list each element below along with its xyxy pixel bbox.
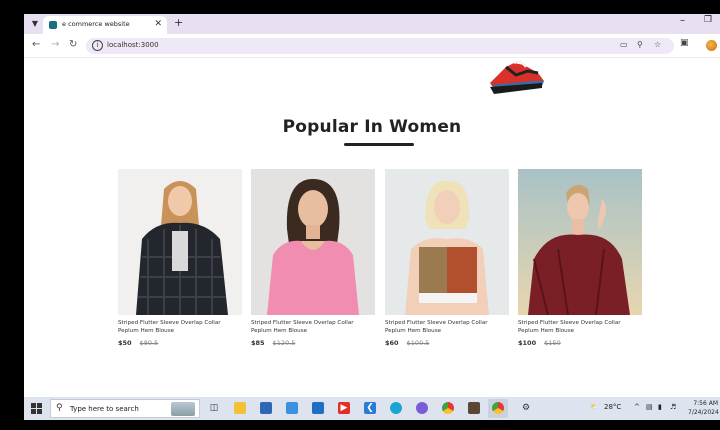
clock-date: 7/24/2024 <box>688 409 719 416</box>
product-name[interactable]: Striped Flutter Sleeve Overlap Collar Pe… <box>518 319 634 335</box>
youtube-icon[interactable]: ▶ <box>338 402 350 414</box>
price-old: $120.5 <box>272 339 296 347</box>
title-underline <box>344 143 414 146</box>
window-restore-icon[interactable]: ❐ <box>704 15 712 25</box>
window-minimize-icon[interactable]: – <box>680 15 685 26</box>
tab-favicon-icon <box>49 21 57 29</box>
windows-start-icon[interactable] <box>31 403 42 414</box>
cast-icon[interactable]: ▭ <box>620 40 628 49</box>
product-price: $100 $150 <box>518 339 642 347</box>
price-old: $100.5 <box>406 339 430 347</box>
product-name[interactable]: Striped Flutter Sleeve Overlap Collar Pe… <box>385 319 501 335</box>
product-image[interactable] <box>118 169 242 315</box>
new-tab-plus-icon[interactable]: + <box>174 16 183 29</box>
volume-icon[interactable]: ♬ <box>670 403 676 411</box>
task-view-icon[interactable]: ◫ <box>208 402 220 414</box>
browser-tab[interactable]: e commerce website ✕ <box>43 16 167 34</box>
profile-avatar[interactable] <box>706 40 717 51</box>
price-new: $60 <box>385 339 399 347</box>
product-price: $50 $80.5 <box>118 339 242 347</box>
temperature[interactable]: 28°C <box>604 403 621 411</box>
product-name[interactable]: Striped Flutter Sleeve Overlap Collar Pe… <box>118 319 234 335</box>
tab-strip: ▼ e commerce website ✕ + – ❐ <box>24 14 720 34</box>
zoom-icon[interactable]: ⚲ <box>637 40 643 49</box>
taskbar-clock[interactable]: 7:56 AM 7/24/2024 <box>688 399 719 417</box>
page-content: Popular In Women Striped Flutter Sleeve … <box>24 59 720 397</box>
tray-chevron-up-icon[interactable]: ^ <box>634 403 640 411</box>
product-card[interactable]: Striped Flutter Sleeve Overlap Collar Pe… <box>118 169 242 347</box>
chrome-active-icon[interactable] <box>492 402 504 414</box>
product-price: $60 $100.5 <box>385 339 509 347</box>
search-icon: ⚲ <box>56 403 63 413</box>
taskbar-search-input[interactable]: ⚲ Type here to search <box>50 399 200 418</box>
product-card[interactable]: Striped Flutter Sleeve Overlap Collar Pe… <box>518 169 642 347</box>
browser-toolbar: ← → ↻ i localhost:3000 ▭ ⚲ ☆ ▣ <box>24 34 720 58</box>
store-icon[interactable] <box>260 402 272 414</box>
price-old: $80.5 <box>139 339 159 347</box>
site-info-icon[interactable]: i <box>92 40 103 51</box>
forward-arrow-icon[interactable]: → <box>51 39 59 50</box>
price-new: $50 <box>118 339 132 347</box>
network-icon[interactable]: ▤ <box>646 403 653 411</box>
photos-icon[interactable] <box>468 402 480 414</box>
search-placeholder: Type here to search <box>70 405 139 413</box>
section-title: Popular In Women <box>282 117 462 137</box>
product-card[interactable]: Striped Flutter Sleeve Overlap Collar Pe… <box>385 169 509 347</box>
battery-icon[interactable]: ▮ <box>658 403 662 411</box>
product-image[interactable] <box>518 169 642 315</box>
hero-sneaker-image <box>490 59 544 94</box>
price-new: $85 <box>251 339 265 347</box>
tab-search-chevron-down-icon[interactable]: ▼ <box>28 18 42 30</box>
address-bar[interactable]: i localhost:3000 ▭ ⚲ ☆ <box>86 38 674 54</box>
product-name[interactable]: Striped Flutter Sleeve Overlap Collar Pe… <box>251 319 367 335</box>
price-old: $150 <box>544 339 561 347</box>
browser-app-icon[interactable] <box>416 402 428 414</box>
product-card[interactable]: Striped Flutter Sleeve Overlap Collar Pe… <box>251 169 375 347</box>
vscode-icon[interactable]: ❮ <box>364 402 376 414</box>
settings-gear-icon[interactable]: ⚙ <box>520 402 532 414</box>
weather-icon[interactable]: ⛅ <box>590 403 599 411</box>
calculator-icon[interactable] <box>286 402 298 414</box>
taskbar: ⚲ Type here to search ◫ ▶ ❮ ⚙ ⛅ 28°C ^ ▤… <box>24 397 720 420</box>
tab-close-icon[interactable]: ✕ <box>154 19 162 29</box>
back-arrow-icon[interactable]: ← <box>32 39 40 50</box>
reload-icon[interactable]: ↻ <box>69 39 77 50</box>
tab-title: e commerce website <box>62 20 130 28</box>
address-url: localhost:3000 <box>107 41 159 49</box>
price-new: $100 <box>518 339 537 347</box>
clock-time: 7:56 AM <box>693 400 718 407</box>
file-explorer-icon[interactable] <box>234 402 246 414</box>
extensions-icon[interactable]: ▣ <box>680 38 689 48</box>
product-image[interactable] <box>385 169 509 315</box>
edge-icon[interactable] <box>390 402 402 414</box>
product-image[interactable] <box>251 169 375 315</box>
screen: ▼ e commerce website ✕ + – ❐ ← → ↻ i loc… <box>24 14 720 420</box>
product-price: $85 $120.5 <box>251 339 375 347</box>
search-highlight-icon <box>171 402 195 416</box>
mail-icon[interactable] <box>312 402 324 414</box>
bookmark-star-icon[interactable]: ☆ <box>654 40 661 49</box>
chrome-icon[interactable] <box>442 402 454 414</box>
